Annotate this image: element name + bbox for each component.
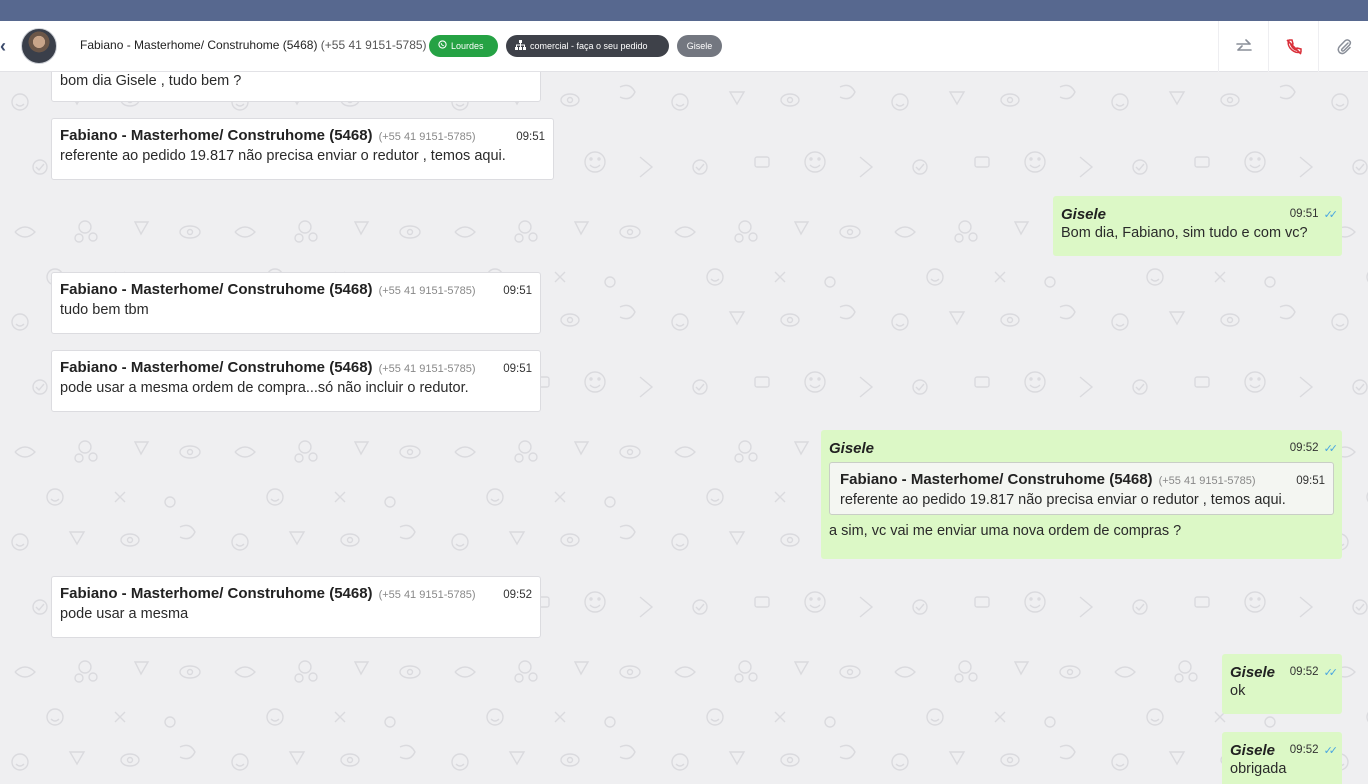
header-actions — [1218, 21, 1368, 72]
message-text: referente ao pedido 19.817 não precisa e… — [60, 148, 506, 164]
message-sender: Fabiano - Masterhome/ Construhome (5468) — [60, 281, 373, 298]
contact-phone: (+55 41 9151-5785) — [320, 38, 427, 52]
paperclip-icon — [1337, 38, 1351, 54]
sitemap-icon — [515, 39, 526, 53]
message-text: pode usar a mesma — [60, 606, 189, 622]
contact-title[interactable]: Fabiano - Masterhome/ Construhome (5468)… — [80, 38, 427, 52]
quoted-text: referente ao pedido 19.817 não precisa e… — [840, 492, 1286, 508]
read-check-icon: ✓✓ — [1323, 442, 1339, 455]
message-outgoing[interactable]: Gisele 09:52 ✓✓ obrigada — [1222, 732, 1342, 784]
contact-name: Fabiano - Masterhome/ Construhome (5468) — [80, 38, 318, 52]
read-check-icon: ✓✓ — [1323, 208, 1339, 221]
message-time: 09:52 — [1289, 666, 1319, 678]
message-incoming[interactable]: Fabiano - Masterhome/ Construhome (5468)… — [51, 272, 541, 334]
message-text: ok — [1230, 683, 1246, 699]
chat-header: ‹ Fabiano - Masterhome/ Construhome (546… — [0, 21, 1368, 72]
read-check-icon: ✓✓ — [1323, 666, 1339, 679]
message-incoming[interactable]: Fabiano - Masterhome/ Construhome (5468)… — [51, 350, 541, 412]
message-sender: Fabiano - Masterhome/ Construhome (5468) — [60, 585, 373, 602]
transfer-icon — [1235, 38, 1252, 51]
message-time: 09:51 — [1289, 208, 1319, 220]
message-time: 09:51 — [516, 131, 545, 143]
quoted-time: 09:51 — [1296, 475, 1325, 487]
message-incoming[interactable]: Fabiano - Masterhome/ Construhome (5468)… — [51, 576, 541, 638]
quoted-message[interactable]: Fabiano - Masterhome/ Construhome (5468)… — [829, 462, 1334, 515]
quoted-sender-phone: (+55 41 9151-5785) — [1158, 475, 1256, 487]
message-sender: Gisele — [1061, 205, 1107, 223]
message-text: a sim, vc vai me enviar uma nova ordem d… — [829, 523, 1182, 539]
message-time: 09:51 — [503, 363, 532, 375]
message-text: bom dia Gisele , tudo bem ? — [60, 73, 242, 89]
message-sender-phone: (+55 41 9151-5785) — [378, 589, 476, 601]
message-outgoing[interactable]: Gisele 09:51 ✓✓ Bom dia, Fabiano, sim tu… — [1053, 196, 1342, 256]
end-call-button[interactable] — [1268, 21, 1318, 72]
quoted-sender: Fabiano - Masterhome/ Construhome (5468) — [840, 471, 1153, 488]
message-outgoing[interactable]: Gisele 09:52 ✓✓ Fabiano - Masterhome/ Co… — [821, 430, 1342, 559]
message-sender-phone: (+55 41 9151-5785) — [378, 285, 476, 297]
message-sender: Fabiano - Masterhome/ Construhome (5468) — [60, 359, 373, 376]
message-sender: Fabiano - Masterhome/ Construhome (5468) — [60, 127, 373, 144]
transfer-button[interactable] — [1218, 21, 1268, 72]
back-icon[interactable]: ‹ — [0, 36, 12, 56]
message-time: 09:52 — [1289, 744, 1319, 756]
read-check-icon: ✓✓ — [1323, 744, 1339, 757]
message-incoming[interactable]: Fabiano - Masterhome/ Construhome (5468)… — [51, 118, 554, 180]
message-time: 09:51 — [503, 285, 532, 297]
queue-tag: comercial - faça o seu pedido — [506, 35, 669, 57]
message-text: Bom dia, Fabiano, sim tudo e com vc? — [1061, 225, 1308, 241]
phone-slash-icon — [1285, 38, 1302, 55]
message-sender: Gisele — [829, 439, 875, 457]
app-top-bar — [0, 0, 1368, 21]
attach-button[interactable] — [1318, 21, 1368, 72]
connection-tag: Lourdes — [429, 35, 498, 57]
message-time: 09:52 — [503, 589, 532, 601]
message-sender-phone: (+55 41 9151-5785) — [378, 131, 476, 143]
whatsapp-icon — [438, 40, 447, 52]
avatar[interactable] — [21, 28, 57, 64]
message-sender: Gisele — [1230, 663, 1276, 681]
message-sender-phone: (+55 41 9151-5785) — [378, 363, 476, 375]
message-text: pode usar a mesma ordem de compra...só n… — [60, 380, 469, 396]
user-tag: Gisele — [677, 35, 722, 57]
message-text: tudo bem tbm — [60, 302, 149, 318]
message-text: obrigada — [1230, 761, 1287, 777]
queue-tag-label: comercial - faça o seu pedido — [530, 41, 648, 51]
chat-messages-area[interactable]: bom dia Gisele , tudo bem ? Fabiano - Ma… — [0, 72, 1368, 784]
message-time: 09:52 — [1289, 442, 1319, 454]
message-outgoing[interactable]: Gisele 09:52 ✓✓ ok — [1222, 654, 1342, 714]
message-sender: Gisele — [1230, 741, 1276, 759]
connection-tag-label: Lourdes — [451, 41, 484, 51]
message-incoming[interactable]: bom dia Gisele , tudo bem ? — [51, 72, 541, 102]
user-tag-label: Gisele — [686, 41, 713, 51]
